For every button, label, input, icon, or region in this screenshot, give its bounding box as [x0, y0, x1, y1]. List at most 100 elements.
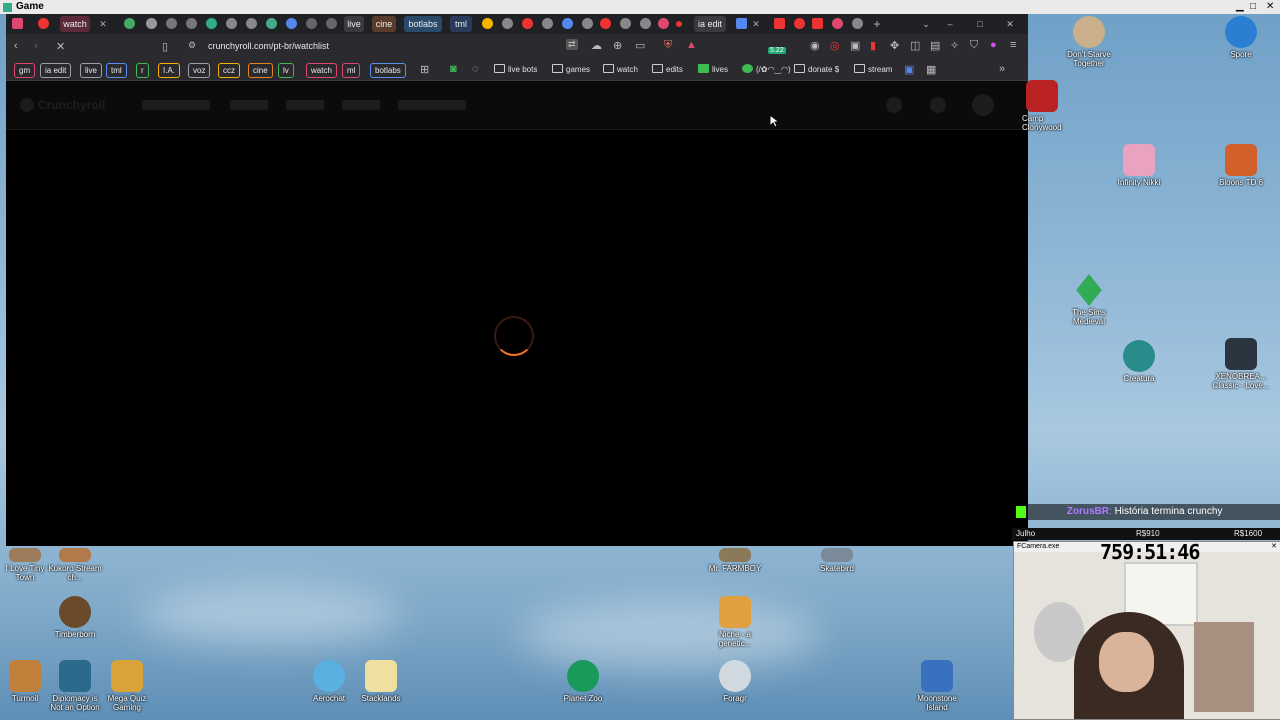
brave-shield-icon[interactable]: ⛨ [664, 39, 672, 52]
tab-favicon[interactable] [146, 18, 157, 29]
bookmark-icon[interactable]: ▦ [926, 63, 936, 76]
tab-favicon[interactable] [542, 18, 553, 29]
desktop-icon-foragr[interactable]: Foragr [706, 660, 764, 703]
tab-favicon[interactable] [12, 18, 23, 29]
tab-ia-edit[interactable]: ia edit [694, 16, 726, 32]
url-field[interactable]: crunchyroll.com/pt-br/watchlist [208, 41, 329, 51]
vpn-icon[interactable]: ⛉ [970, 39, 978, 52]
desktop-icon-bloons-td6[interactable]: Bloons TD 6 [1212, 144, 1270, 187]
desktop-icon-spore[interactable]: Spore [1212, 16, 1270, 59]
youtube-icon[interactable] [38, 18, 49, 29]
desktop-icon-kukoro[interactable]: Kukoro Stream ch... [46, 548, 104, 582]
screenshot-icon[interactable]: ▣ [850, 39, 860, 52]
cast-icon[interactable]: ▭ [635, 39, 645, 52]
brand-logo[interactable]: Crunchyroll [38, 98, 105, 112]
maximize-button[interactable]: □ [1250, 1, 1256, 12]
bookmark-tag-live[interactable]: live [80, 63, 103, 78]
tab-favicon[interactable] [522, 18, 533, 29]
bookmark-tag-ml[interactable]: ml [342, 63, 361, 78]
tab-favicon[interactable] [658, 18, 669, 29]
bookmark-tag-ccz[interactable]: ccz [218, 63, 240, 78]
wallet-icon[interactable]: ▤ [930, 39, 940, 52]
stop-loading-icon[interactable]: ✕ [56, 40, 65, 53]
desktop-icon-infinity-nikki[interactable]: Infinity Nikki [1110, 144, 1168, 187]
record-icon[interactable]: ◎ [830, 39, 840, 52]
close-icon[interactable]: ✕ [750, 16, 762, 32]
rewards-icon[interactable]: ▲ [686, 39, 697, 51]
bookmark-tag-voz[interactable]: voz [188, 63, 211, 78]
extension-badge[interactable]: 5.22 [768, 47, 786, 54]
tab-favicon[interactable] [482, 18, 493, 29]
forward-icon[interactable]: › [34, 40, 38, 52]
tab-live[interactable]: live [344, 16, 364, 32]
desktop-icon-xenobrea[interactable]: XENOBREA... Classic - Love... [1212, 338, 1270, 390]
tab-search-chevron-icon[interactable]: ⌄ [920, 16, 932, 32]
bookmark-tag-r[interactable]: r [136, 63, 149, 78]
search-icon[interactable] [886, 97, 902, 113]
desktop-icon-niche[interactable]: Niche - a genetic... [706, 596, 764, 648]
site-info-icon[interactable]: ⚙ [188, 40, 196, 51]
bookmark-folder-games[interactable]: games [552, 63, 590, 76]
maximize-button[interactable]: □ [974, 16, 986, 32]
sidebar-icon[interactable]: ◫ [910, 39, 920, 52]
close-icon[interactable]: ✕ [96, 16, 110, 32]
bookmark-tag-ia-edit[interactable]: ia edit [40, 63, 72, 78]
bookmark-icon[interactable]: ▣ [904, 63, 914, 76]
bookmark-folder-live-bots[interactable]: live bots [494, 63, 537, 76]
close-button[interactable]: ✕ [1266, 1, 1274, 12]
desktop-icon-aerochat[interactable]: Aerochat [300, 660, 358, 703]
tab-favicon[interactable] [124, 18, 135, 29]
back-icon[interactable]: ‹ [14, 40, 18, 52]
tab-favicon[interactable] [502, 18, 513, 29]
bookmark-icon[interactable]: ◙ [450, 63, 457, 75]
desktop-icon-skatebird[interactable]: Skatebird [808, 548, 866, 573]
bookmark-folder-donate[interactable]: donate $ [794, 63, 839, 76]
profile-icon[interactable]: ● [990, 39, 997, 51]
tab-favicon[interactable] [600, 18, 611, 29]
tab-cine[interactable]: cine [372, 16, 396, 32]
more-bookmarks-chevron-icon[interactable]: » [999, 63, 1005, 75]
tab-favicon[interactable] [676, 21, 682, 27]
desktop-icon-mr-farmboy[interactable]: Mr. FARMBOY [706, 548, 764, 573]
minimize-button[interactable]: – [944, 16, 956, 32]
cloud-icon[interactable]: ☁ [591, 39, 602, 52]
bookmark-icon[interactable]: ◌ [472, 63, 479, 75]
tab-favicon[interactable] [562, 18, 573, 29]
desktop-icon-stacklands[interactable]: Stacklands [352, 660, 410, 703]
desktop-icon-dont-starve-together[interactable]: Don't Starve Together [1060, 16, 1118, 68]
tab-favicon[interactable] [774, 18, 785, 29]
bookmark-folder-stream[interactable]: stream [854, 63, 892, 76]
translate-icon[interactable]: ⇄ [566, 39, 578, 50]
desktop-icon-moonstone-island[interactable]: Moonstone Island [908, 660, 966, 712]
close-button[interactable]: ✕ [1004, 16, 1016, 32]
bookmark-tag-i-a-[interactable]: I.A. [158, 63, 181, 78]
desktop-icon-creatura[interactable]: Creatura [1110, 340, 1168, 383]
tab-favicon[interactable] [326, 18, 337, 29]
extensions-puzzle-icon[interactable]: ✥ [890, 39, 899, 52]
bookmark-tag-cine[interactable]: cine [248, 63, 273, 78]
bookmark-folder-watch[interactable]: watch [603, 63, 638, 76]
tab-favicon[interactable] [266, 18, 277, 29]
tab-favicon[interactable] [812, 18, 823, 29]
zoom-icon[interactable]: ⊕ [613, 39, 622, 52]
tab-favicon[interactable] [286, 18, 297, 29]
bookmark-tag-gm[interactable]: gm [14, 63, 36, 78]
bookmark-kaomoji[interactable]: (/✿◠‿◠) [742, 63, 791, 76]
bookmark-tag-botlabs[interactable]: botlabs [370, 63, 406, 78]
desktop-icon-timberborn[interactable]: Timberborn [46, 596, 104, 639]
bookmark-icon[interactable]: ▯ [162, 40, 168, 53]
desktop-icon-sims-medieval[interactable]: The Sims Medieval [1060, 274, 1118, 326]
crunchyroll-logo-icon[interactable] [20, 98, 34, 112]
tab-favicon[interactable] [246, 18, 257, 29]
tab-favicon[interactable] [640, 18, 651, 29]
bookmark-lives[interactable]: lives [698, 63, 728, 76]
tab-favicon[interactable] [306, 18, 317, 29]
tab-favicon[interactable] [620, 18, 631, 29]
leo-ai-icon[interactable]: ✧ [950, 39, 959, 52]
minimize-button[interactable]: ▁ [1236, 1, 1244, 12]
bookmark-folder-edits[interactable]: edits [652, 63, 683, 76]
extension-icon[interactable]: ◉ [810, 39, 820, 52]
avatar[interactable] [972, 94, 994, 116]
extension-icon[interactable]: ▮ [870, 39, 876, 52]
bookmark-tag-tml[interactable]: tml [106, 63, 127, 78]
